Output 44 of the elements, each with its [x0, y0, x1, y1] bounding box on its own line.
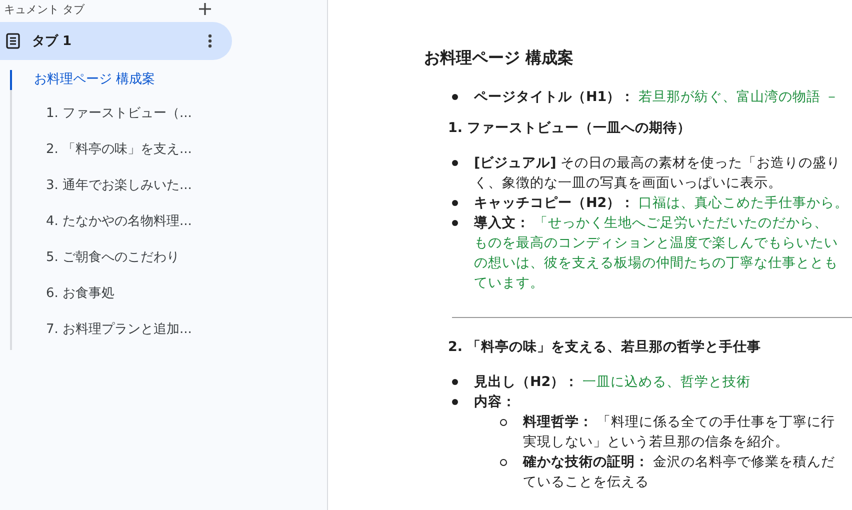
outline-item[interactable]: 6. お食事処 — [10, 276, 327, 312]
bullet-icon — [452, 379, 458, 385]
item-label: [ビジュアル] — [474, 155, 556, 171]
item-label: ページタイトル（H1）： — [474, 89, 635, 105]
document-tab[interactable]: タブ 1 — [0, 22, 232, 60]
hollow-bullet-icon — [500, 459, 507, 466]
bullet-icon — [452, 220, 458, 226]
item-text: 「料理に係る全ての手仕事を丁寧に行 — [597, 414, 835, 430]
item-label: 内容： — [474, 394, 516, 410]
item-text: 実現しない」という若旦那の信条を紹介。 — [523, 434, 789, 450]
add-icon[interactable] — [199, 3, 211, 15]
item-text: 若旦那が紡ぐ、富山湾の物語 － — [638, 89, 839, 105]
outline-item[interactable]: 7. お料理プランと追加... — [10, 312, 327, 348]
item-text: 口福は、真心こめた手仕事から。 — [638, 195, 849, 211]
outline-item[interactable]: 4. たなかやの名物料理... — [10, 204, 327, 240]
section-heading: 2. 「料亭の味」を支える、若旦那の哲学と手仕事 — [448, 338, 762, 356]
item-text: ていることを伝える — [523, 474, 649, 490]
item-text: 金沢の名料亭で修業を積んだ — [653, 454, 835, 470]
item-label: 見出し（H2）： — [474, 374, 579, 390]
item-label: 確かな技術の証明： — [523, 454, 649, 470]
item-text: 「せっかく生地へご足労いただいたのだから、 — [534, 215, 828, 231]
bullet-icon — [452, 94, 458, 100]
section-heading: 1. ファーストビュー（一皿への期待） — [448, 119, 692, 137]
bullet-icon — [452, 160, 458, 166]
item-label: 料理哲学： — [523, 414, 593, 430]
item-text: ています。 — [474, 275, 544, 291]
item-label: キャッチコピー（H2）： — [474, 195, 635, 211]
sidebar-title: キュメント タブ — [4, 2, 84, 16]
hollow-bullet-icon — [500, 419, 507, 426]
item-text: その日の最高の素材を使った「お造りの盛り — [560, 155, 840, 171]
item-text: ものを最高のコンディションと温度で楽しんでもらいたい — [474, 235, 838, 251]
outline-item[interactable]: 1. ファーストビュー（... — [10, 96, 327, 132]
item-text: の想いは、彼を支える板場の仲間たちの丁寧な仕事ととも — [474, 255, 838, 271]
bullet-icon — [452, 399, 458, 405]
more-options-icon[interactable] — [208, 34, 212, 48]
outline-item[interactable]: 3. 通年でお楽しみいた... — [10, 168, 327, 204]
item-text: く、象徴的な一皿の写真を画面いっぱいに表示。 — [474, 175, 782, 191]
item-label: 導入文： — [474, 215, 530, 231]
item-text: 一皿に込める、哲学と技術 — [582, 374, 751, 390]
outline-item[interactable]: 5. ご朝食へのこだわり — [10, 240, 327, 276]
document-title: お料理ページ 構成案 — [424, 48, 575, 69]
document-icon — [6, 33, 20, 49]
bullet-icon — [452, 200, 458, 206]
outline-item[interactable]: 2. 「料亭の味」を支え... — [10, 132, 327, 168]
